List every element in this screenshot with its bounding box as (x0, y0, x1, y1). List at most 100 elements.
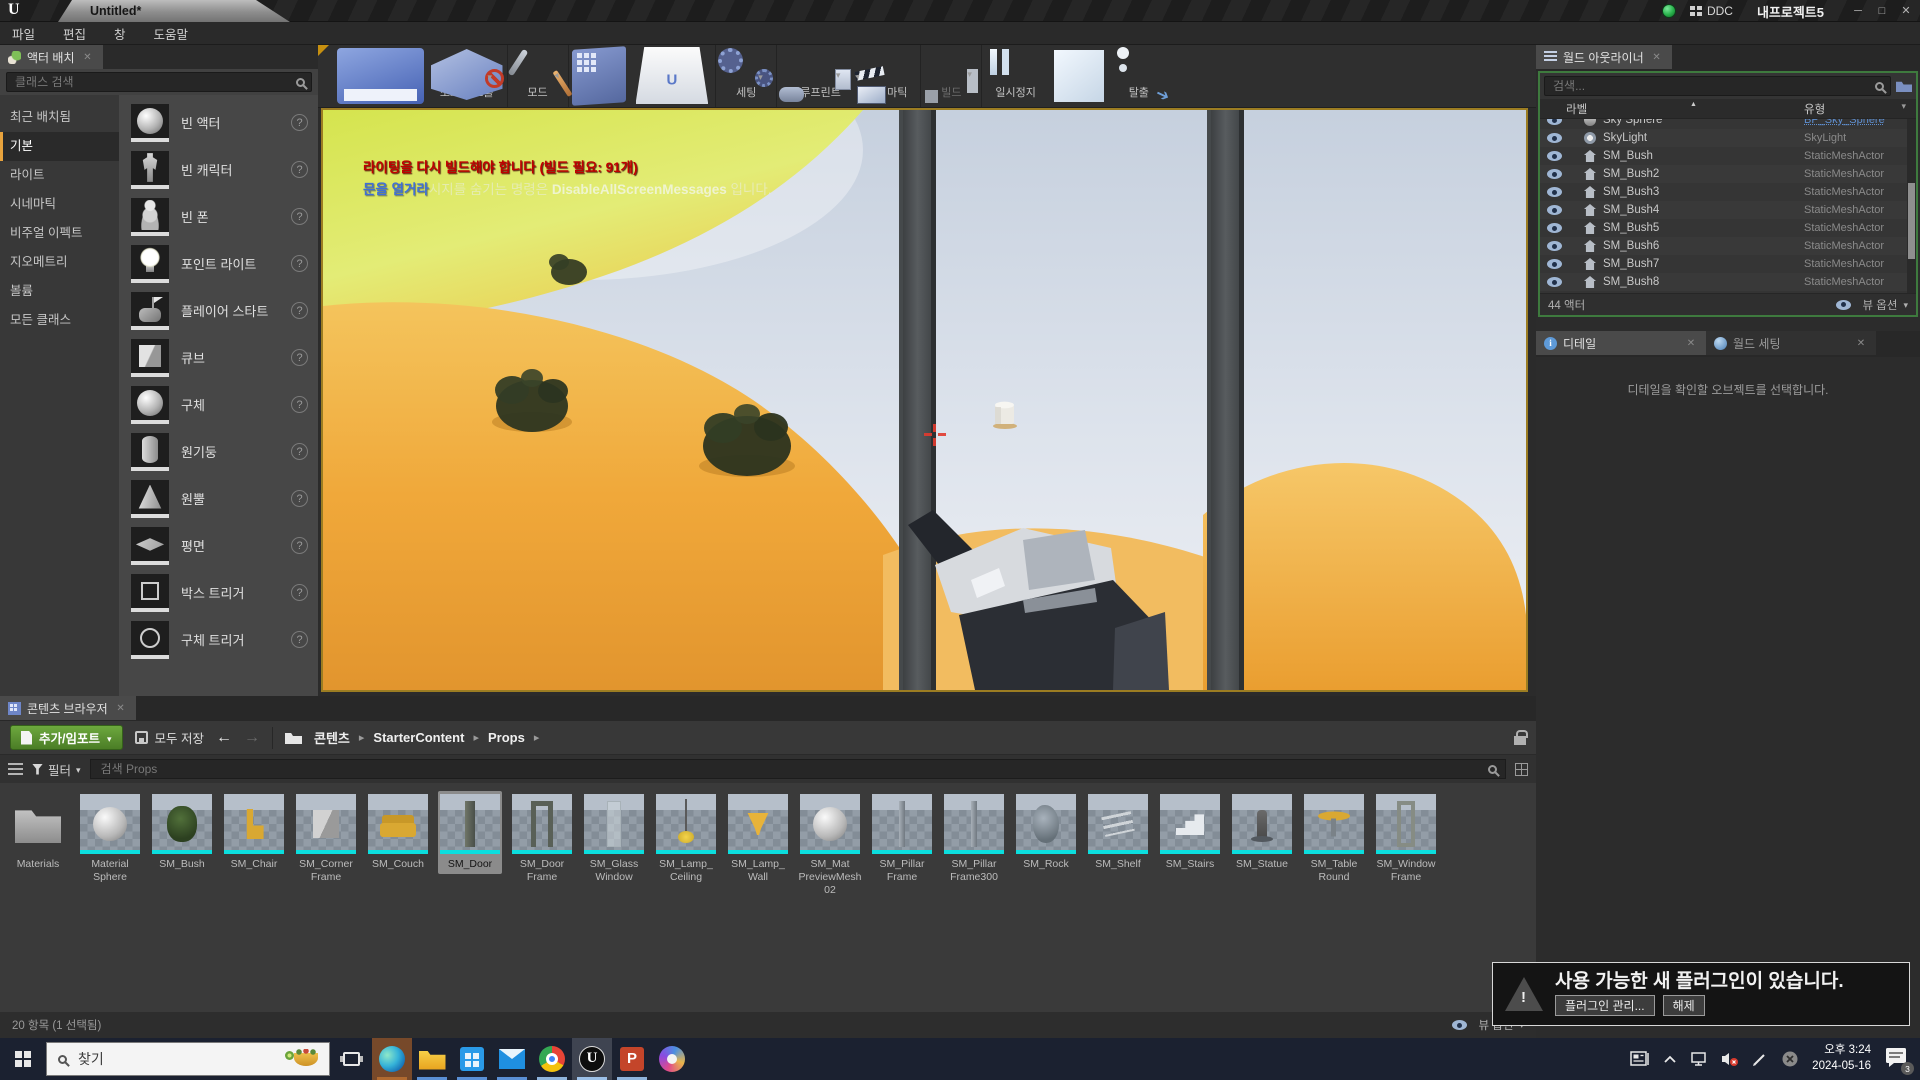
outliner-row[interactable]: Sky Sphere BP_Sky_Sphere (1540, 119, 1916, 129)
help-icon[interactable]: ? (291, 396, 308, 413)
asset-tile[interactable]: SM_Door (438, 791, 502, 874)
start-button[interactable] (0, 1038, 46, 1080)
content-browser-tab[interactable]: 콘텐츠 브라우저 (0, 696, 136, 720)
back-button[interactable] (216, 729, 232, 747)
menu-item[interactable]: 도움말 (154, 24, 189, 43)
outliner-scrollbar[interactable] (1907, 119, 1916, 293)
visibility-eye-icon[interactable] (1547, 277, 1562, 287)
toolbar-button[interactable]: 중지 (1049, 45, 1109, 107)
actor-item[interactable]: 빈 액터 ? (119, 99, 318, 146)
breadcrumb-item[interactable]: StarterContent (373, 730, 488, 745)
actor-type[interactable]: StaticMeshActor (1804, 186, 1912, 198)
dismiss-button[interactable]: 해제 (1663, 995, 1705, 1016)
actor-type[interactable]: SkyLight (1804, 132, 1912, 144)
outliner-row[interactable]: SkyLight SkyLight (1540, 129, 1916, 147)
asset-tile[interactable]: SM_Pillar Frame (870, 791, 934, 887)
visibility-eye-icon[interactable] (1547, 205, 1562, 215)
actor-category[interactable]: 최근 배치됨 (0, 103, 119, 132)
clock[interactable]: 오후 3:24 2024-05-16 (1812, 1043, 1871, 1074)
help-icon[interactable]: ? (291, 255, 308, 272)
minimize-button[interactable]: ─ (1848, 1, 1868, 21)
asset-tile[interactable]: SM_Table Round (1302, 791, 1366, 887)
toolbar-button[interactable]: 세팅 (716, 45, 777, 107)
outliner-row[interactable]: SM_Bush8 StaticMeshActor (1540, 273, 1916, 291)
toolbar-button[interactable]: 시네마틱 (854, 45, 921, 107)
details-tab[interactable]: 디테일 (1536, 331, 1706, 355)
close-icon[interactable] (1854, 338, 1868, 349)
help-icon[interactable]: ? (291, 208, 308, 225)
pen-icon[interactable] (1752, 1051, 1768, 1067)
toolbar-button[interactable]: 모드 (508, 45, 569, 107)
visibility-eye-icon[interactable] (1547, 241, 1562, 251)
toolbar-button[interactable]: 소스 컨트롤 (427, 45, 508, 107)
actor-type[interactable]: StaticMeshActor (1804, 168, 1912, 180)
menu-item[interactable]: 편집 (63, 24, 86, 43)
toolbar-button[interactable]: 현재 레벨 저장 (334, 45, 427, 107)
place-actors-tab[interactable]: 액터 배치 (0, 45, 103, 69)
taskbar-app[interactable] (452, 1038, 492, 1080)
class-search-input[interactable] (13, 74, 296, 90)
taskbar-app[interactable] (572, 1038, 612, 1080)
action-center-button[interactable]: 3 (1884, 1046, 1910, 1072)
visibility-eye-icon[interactable] (1547, 187, 1562, 197)
menu-item[interactable]: 창 (114, 24, 126, 43)
close-icon[interactable] (81, 52, 95, 63)
save-all-button[interactable]: 모두 저장 (135, 728, 204, 747)
lock-icon[interactable] (1514, 736, 1526, 745)
actor-type[interactable]: StaticMeshActor (1804, 204, 1912, 216)
actor-category[interactable]: 모든 클래스 (0, 306, 119, 335)
asset-tile[interactable]: SM_Rock (1014, 791, 1078, 874)
asset-tile[interactable]: SM_Window Frame (1374, 791, 1438, 887)
outliner-search-input[interactable] (1551, 78, 1875, 94)
help-icon[interactable]: ? (291, 537, 308, 554)
asset-search-input[interactable] (99, 761, 1488, 777)
status-circle-icon[interactable] (1781, 1050, 1799, 1068)
add-import-button[interactable]: 추가/임포트 (10, 725, 123, 750)
tray-expand-chevron-icon[interactable] (1663, 1054, 1677, 1064)
asset-tile[interactable]: SM_Statue (1230, 791, 1294, 874)
outliner-row[interactable]: SM_Bush3 StaticMeshActor (1540, 183, 1916, 201)
help-icon[interactable]: ? (291, 490, 308, 507)
task-view-button[interactable] (330, 1038, 372, 1080)
toolbar-button[interactable]: 콘텐츠 (569, 45, 629, 107)
visibility-eye-icon[interactable] (1547, 133, 1562, 143)
forward-button[interactable] (244, 729, 260, 747)
help-icon[interactable]: ? (291, 584, 308, 601)
column-header-type[interactable]: 유형 (1804, 101, 1916, 117)
filter-button[interactable]: 필터 (32, 760, 81, 779)
visibility-eye-icon[interactable] (1547, 119, 1562, 125)
column-header-label[interactable]: 라벨 (1540, 101, 1804, 117)
actor-type[interactable]: BP_Sky_Sphere (1804, 119, 1912, 126)
toolbar-button[interactable]: 마켓플레이스 (629, 45, 717, 107)
help-icon[interactable]: ? (291, 443, 308, 460)
help-icon[interactable]: ? (291, 302, 308, 319)
asset-tile[interactable]: SM_Corner Frame (294, 791, 358, 887)
actor-category[interactable]: 비주얼 이펙트 (0, 219, 119, 248)
actor-item[interactable]: 원기둥 ? (119, 428, 318, 475)
actor-item[interactable]: 박스 트리거 ? (119, 569, 318, 616)
taskbar-app[interactable] (412, 1038, 452, 1080)
visibility-eye-icon[interactable] (1547, 223, 1562, 233)
actor-item[interactable]: 빈 폰 ? (119, 193, 318, 240)
actor-category[interactable]: 볼륨 (0, 277, 119, 306)
asset-tile[interactable]: SM_Lamp_ Wall (726, 791, 790, 887)
actor-item[interactable]: 원뿔 ? (119, 475, 318, 522)
actor-category[interactable]: 시네마틱 (0, 190, 119, 219)
toolbar-button[interactable]: 블루프린트 (777, 45, 854, 107)
sources-panel-toggle-icon[interactable] (8, 763, 23, 776)
asset-tile[interactable]: Material Sphere (78, 791, 142, 887)
asset-tile[interactable]: SM_Bush (150, 791, 214, 874)
actor-item[interactable]: 포인트 라이트 ? (119, 240, 318, 287)
actor-category[interactable]: 라이트 (0, 161, 119, 190)
outliner-row[interactable]: SM_Bush4 StaticMeshActor (1540, 201, 1916, 219)
ddc-indicator[interactable]: DDC (1690, 4, 1733, 18)
help-icon[interactable]: ? (291, 114, 308, 131)
actor-type[interactable]: StaticMeshActor (1804, 258, 1912, 270)
new-folder-icon[interactable] (1896, 80, 1912, 92)
asset-tile[interactable]: SM_Lamp_ Ceiling (654, 791, 718, 887)
volume-muted-icon[interactable] (1721, 1051, 1739, 1067)
toolbar-button[interactable]: 탈출 (1109, 45, 1169, 107)
breadcrumb-item[interactable]: 콘텐츠 (314, 728, 373, 747)
visibility-eye-icon[interactable] (1547, 169, 1562, 179)
taskbar-search-input[interactable] (76, 1050, 285, 1068)
